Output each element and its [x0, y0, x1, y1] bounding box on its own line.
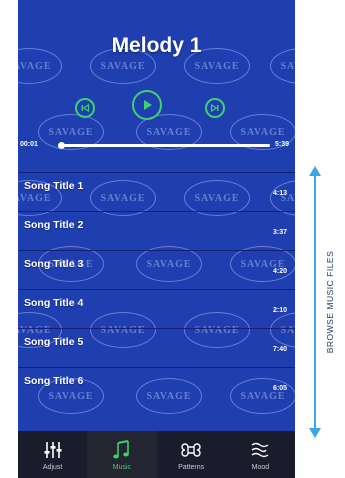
tab-music[interactable]: Music [87, 431, 157, 478]
total-time: 5:39 [274, 141, 289, 148]
song-item[interactable]: Song Title 5 7:40 [18, 328, 295, 367]
song-duration: 2:10 [272, 307, 287, 314]
command-icon [178, 438, 204, 462]
skip-forward-icon [210, 103, 219, 113]
previous-track-button[interactable] [75, 98, 95, 118]
song-duration: 4:13 [272, 190, 287, 197]
song-list: Song Title 1 4:13 Song Title 2 3:37 Song… [18, 172, 295, 406]
scroll-direction-arrow [309, 166, 321, 438]
tab-label: Music [112, 464, 132, 471]
song-item[interactable]: Song Title 2 3:37 [18, 211, 295, 250]
song-duration: 6:05 [272, 385, 287, 392]
music-note-icon [109, 438, 135, 462]
track-title: Melody 1 [111, 34, 202, 57]
tab-label: Adjust [42, 464, 63, 471]
song-item[interactable]: Song Title 4 2:10 [18, 289, 295, 328]
seek-handle[interactable] [58, 142, 65, 149]
music-player-screen: SAVAGE SAVAGE SAVAGE SAVAGE SAVAGE SAVAG… [18, 0, 295, 478]
skip-back-icon [81, 103, 90, 113]
browse-music-files-label: BROWSE MUSIC FILES [325, 250, 335, 354]
tab-mood[interactable]: Mood [226, 431, 295, 478]
seek-bar[interactable] [58, 142, 270, 149]
song-title: Song Title 6 [24, 375, 84, 387]
song-duration: 3:37 [272, 229, 287, 236]
song-item[interactable]: Song Title 6 6:05 [18, 367, 295, 406]
bottom-tab-bar: Adjust Music Patterns Mood [18, 431, 295, 478]
song-title: Song Title 1 [24, 180, 84, 192]
next-track-button[interactable] [205, 98, 225, 118]
song-title: Song Title 3 [24, 258, 84, 270]
play-button[interactable] [132, 90, 162, 120]
playback-controls [18, 90, 295, 126]
song-item[interactable]: Song Title 1 4:13 [18, 172, 295, 211]
play-icon [144, 100, 152, 110]
tab-label: Patterns [178, 464, 205, 471]
song-title: Song Title 4 [24, 297, 84, 309]
sliders-icon [40, 438, 66, 462]
wind-icon [247, 438, 273, 462]
song-item[interactable]: Song Title 3 4:20 [18, 250, 295, 289]
tab-label: Mood [251, 464, 270, 471]
song-title: Song Title 5 [24, 336, 84, 348]
song-duration: 7:40 [272, 346, 287, 353]
current-time: 00:01 [20, 141, 38, 148]
song-duration: 4:20 [272, 268, 287, 275]
tab-adjust[interactable]: Adjust [18, 431, 87, 478]
song-title: Song Title 2 [24, 219, 84, 231]
tab-patterns[interactable]: Patterns [157, 431, 226, 478]
